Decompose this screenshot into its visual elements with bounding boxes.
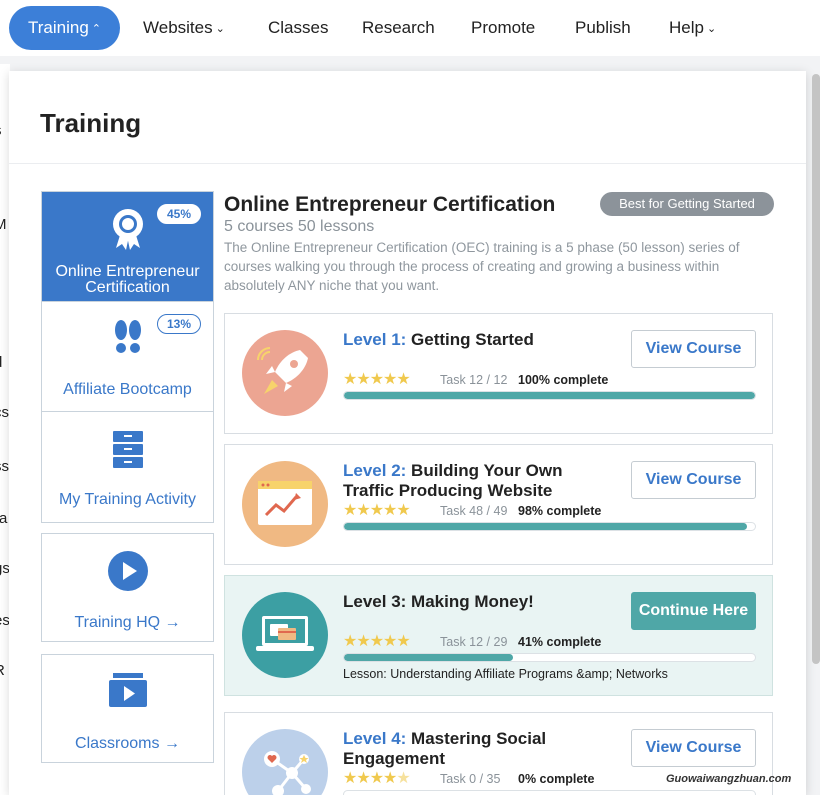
certification-title: Online Entrepreneur Certification [224, 193, 556, 216]
view-course-button[interactable]: View Course [631, 461, 756, 499]
progress-bar [343, 391, 756, 400]
rating-stars: ★★★★★ [343, 371, 411, 388]
current-lesson: Lesson: Understanding Affiliate Programs… [343, 667, 668, 681]
course-card-level-1: Level 1: Getting Started ★★★★★ Task 12 /… [224, 313, 773, 434]
background-text: ra [0, 510, 8, 527]
award-ribbon-icon [112, 209, 143, 250]
course-card-level-3: Level 3: Making Money! ★★★★★ Task 12 / 2… [224, 575, 773, 696]
chevron-down-icon: ⌄ [215, 22, 225, 35]
background-text: ss [0, 458, 9, 475]
sidebar-item-label: Classrooms [75, 735, 160, 752]
completion-text: 98% complete [518, 504, 602, 518]
sidebar-item-label: My Training Activity [59, 491, 196, 508]
rating-stars: ★★★★★ [343, 770, 411, 787]
nav-classes[interactable]: Classes [268, 6, 328, 50]
sidebar-item-label: Affiliate Bootcamp [63, 381, 192, 398]
course-title: Level 1: Getting Started [343, 330, 534, 349]
nav-publish[interactable]: Publish [575, 6, 631, 50]
rocket-icon [242, 330, 328, 416]
course-title: Level 4: Mastering Social Engagement [343, 729, 547, 768]
top-navigation: Training ⌃ Websites ⌄ Classes Research Pro… [0, 0, 820, 56]
chevron-up-icon: ⌃ [91, 22, 102, 35]
chevron-down-icon: ⌄ [706, 22, 717, 35]
nav-help[interactable]: Help ⌄ [669, 6, 716, 50]
background-text: d [0, 354, 2, 371]
view-course-button[interactable]: View Course [631, 729, 756, 767]
nav-research[interactable]: Research [362, 6, 435, 50]
play-circle-icon [107, 551, 148, 591]
completion-text: 100% complete [518, 373, 609, 387]
view-course-button[interactable]: View Course [631, 330, 756, 368]
task-count: Task 12 / 12 [440, 373, 508, 387]
scrollbar[interactable] [812, 74, 820, 664]
rating-stars: ★★★★★ [343, 502, 411, 519]
sidebar-item-oec[interactable]: 45% Online Entrepreneur Certification [42, 192, 213, 302]
sidebar-item-affiliate-bootcamp[interactable]: 13% Affiliate Bootcamp [42, 302, 213, 412]
completion-text: 41% complete [518, 635, 602, 649]
nav-training[interactable]: Training ⌃ [9, 6, 121, 50]
social-network-icon [242, 729, 328, 795]
course-card-level-2: Level 2: Building Your Own Traffic Produ… [224, 444, 773, 565]
progress-badge: 13% [157, 314, 201, 334]
progress-bar [343, 653, 756, 662]
sidebar-item-training-hq[interactable]: Training HQ → [41, 533, 214, 642]
continue-here-button[interactable]: Continue Here [631, 592, 756, 630]
task-count: Task 0 / 35 [440, 772, 501, 786]
arrow-right-icon: → [164, 614, 181, 631]
laptop-payment-icon [242, 592, 328, 678]
course-title: Level 2: Building Your Own Traffic Produ… [343, 461, 563, 500]
task-count: Task 48 / 49 [440, 504, 508, 518]
panel-title: Training [40, 108, 142, 138]
rating-stars: ★★★★★ [343, 633, 411, 650]
file-cabinet-icon [112, 431, 143, 468]
nav-websites[interactable]: Websites ⌄ [143, 6, 225, 50]
video-player-icon [108, 673, 147, 707]
watermark: Guowaiwangzhuan.com [666, 773, 792, 785]
footprints-icon [114, 320, 141, 353]
progress-bar [343, 522, 756, 531]
best-for-badge: Best for Getting Started [600, 192, 774, 216]
arrow-right-icon: → [163, 735, 180, 752]
progress-badge: 45% [157, 204, 201, 224]
background-text: M [0, 216, 7, 233]
website-chart-icon [242, 461, 328, 547]
training-sidebar: 45% Online Entrepreneur Certification 13… [41, 191, 214, 523]
nav-promote[interactable]: Promote [471, 6, 535, 50]
background-text: s [0, 122, 2, 139]
certification-subtitle: 5 courses 50 lessons [224, 218, 375, 235]
certification-description: The Online Entrepreneur Certification (O… [224, 240, 740, 293]
background-text: R [0, 662, 5, 679]
divider [9, 163, 806, 164]
course-title: Level 3: Making Money! [343, 592, 534, 611]
background-text: cs [0, 404, 9, 421]
completion-text: 0% complete [518, 772, 595, 786]
sidebar-item-label: Online Entrepreneur Certification [55, 263, 200, 296]
sidebar-item-classrooms[interactable]: Classrooms → [41, 654, 214, 763]
task-count: Task 12 / 29 [440, 635, 508, 649]
progress-bar [343, 790, 756, 795]
sidebar-item-my-training-activity[interactable]: My Training Activity [42, 412, 213, 522]
sidebar-item-label: Training HQ [74, 614, 161, 631]
